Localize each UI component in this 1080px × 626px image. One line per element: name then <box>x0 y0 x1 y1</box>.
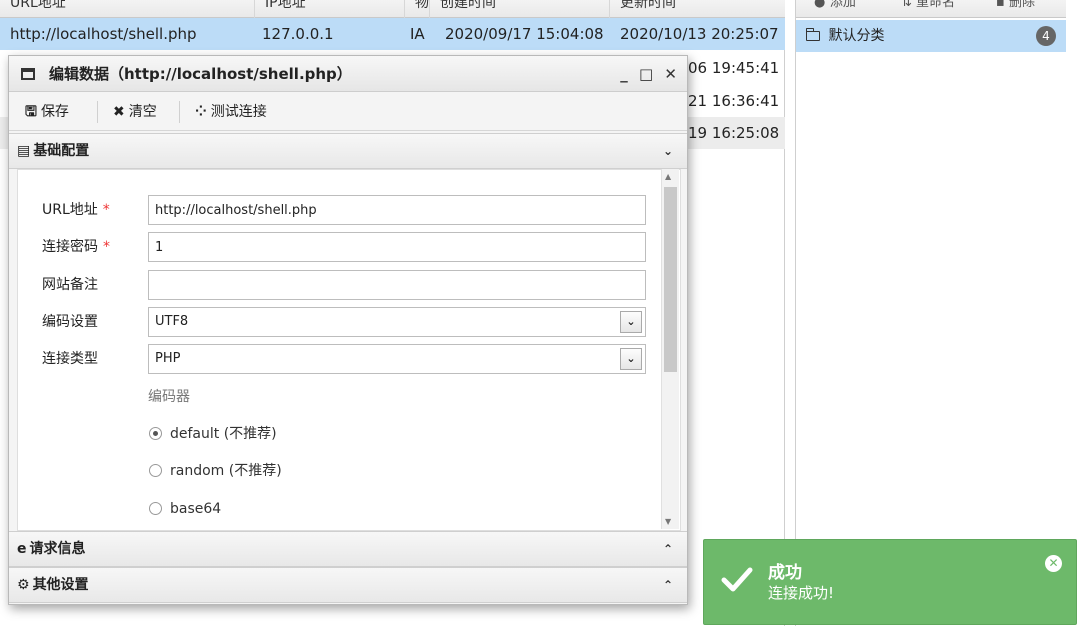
form-scrollbar[interactable]: ▲ ▼ <box>661 169 679 529</box>
test-connection-button[interactable]: ⁘ 测试连接 <box>195 93 267 131</box>
dialog-title: 编辑数据（http://localhost/shell.php） <box>49 65 352 83</box>
password-row: 连接密码 * <box>18 232 658 262</box>
radio-icon <box>149 502 162 515</box>
radio-icon <box>149 427 162 440</box>
password-input[interactable] <box>148 232 646 262</box>
table-row[interactable]: http://localhost/shell.php 127.0.0.1 IA … <box>0 18 785 50</box>
maximize-icon[interactable]: □ <box>639 65 653 83</box>
encoder-radio-default[interactable]: default (不推荐) <box>149 423 277 445</box>
grid-header: URL地址 IP地址 物 创建时间 更新时间 <box>0 0 785 18</box>
col-location[interactable]: 物 <box>405 0 430 18</box>
category-label: 默认分类 <box>828 28 885 44</box>
note-label: 网站备注 <box>42 277 98 293</box>
encoding-row: 编码设置 UTF8 ⌄ <box>18 307 658 337</box>
type-select[interactable]: PHP ⌄ <box>148 344 646 374</box>
success-toast: 成功 连接成功! ✕ <box>703 539 1077 625</box>
password-label: 连接密码 <box>42 239 98 255</box>
rename-icon: ⇅ <box>901 0 917 10</box>
type-label: 连接类型 <box>42 351 98 367</box>
add-category-button[interactable]: ● 添加 <box>814 0 856 18</box>
chevron-down-icon: ⌄ <box>662 144 673 158</box>
url-row: URL地址 * <box>18 195 658 225</box>
scrollbar-thumb[interactable] <box>664 187 677 372</box>
edit-data-dialog: 编辑数据（http://localhost/shell.php） _ □ ✕ 🖫… <box>8 55 688 605</box>
cell-updated: 21 16:36:41 <box>688 92 780 110</box>
cell-url: http://localhost/shell.php <box>10 25 197 43</box>
col-updated[interactable]: 更新时间 <box>610 0 785 18</box>
cell-location: IA <box>410 25 425 43</box>
encoding-label: 编码设置 <box>42 314 98 330</box>
delete-category-button[interactable]: ▪ 删除 <box>996 0 1035 18</box>
col-ip[interactable]: IP地址 <box>255 0 405 18</box>
scroll-up-icon[interactable]: ▲ <box>665 172 671 181</box>
ie-icon: e <box>17 541 27 557</box>
cell-ip: 127.0.0.1 <box>262 25 334 43</box>
rename-category-button[interactable]: ⇅ 重命名 <box>901 0 955 18</box>
url-input[interactable] <box>148 195 646 225</box>
save-icon: 🖫 <box>25 104 37 120</box>
save-button[interactable]: 🖫 保存 <box>25 93 69 131</box>
dialog-titlebar[interactable]: 编辑数据（http://localhost/shell.php） _ □ ✕ <box>9 56 687 92</box>
cell-updated: 06 19:45:41 <box>688 59 780 77</box>
encoder-label: 编码器 <box>148 389 190 405</box>
category-count-badge: 4 <box>1036 26 1056 46</box>
chevron-down-icon: ⌄ <box>620 311 642 333</box>
checkmark-icon <box>721 567 753 592</box>
chevron-up-icon: ⌃ <box>662 578 673 592</box>
trash-icon: ▪ <box>996 0 1009 10</box>
chevron-up-icon: ⌃ <box>662 542 673 556</box>
document-icon: ▤ <box>17 143 31 159</box>
dialog-toolbar: 🖫 保存 ✖ 清空 ⁘ 测试连接 <box>9 93 687 131</box>
plus-icon: ● <box>814 0 830 10</box>
category-toolbar: ● 添加 ⇅ 重命名 ▪ 删除 <box>796 0 1066 18</box>
section-other-settings[interactable]: ⚙ 其他设置 ⌃ <box>9 567 687 603</box>
radio-icon <box>149 464 162 477</box>
col-created[interactable]: 创建时间 <box>430 0 610 18</box>
encoder-radio-random[interactable]: random (不推荐) <box>149 460 282 482</box>
window-icon <box>21 68 35 80</box>
spinner-icon: ⁘ <box>195 104 207 120</box>
category-panel: ● 添加 ⇅ 重命名 ▪ 删除 默认分类 4 <box>795 0 1066 626</box>
required-mark: * <box>103 239 110 255</box>
toast-title: 成功 <box>768 563 802 583</box>
gears-icon: ⚙ <box>17 577 30 593</box>
chevron-down-icon: ⌄ <box>620 348 642 370</box>
clear-button[interactable]: ✖ 清空 <box>113 93 157 131</box>
required-mark: * <box>102 202 110 218</box>
minimize-icon[interactable]: _ <box>620 65 628 83</box>
col-url[interactable]: URL地址 <box>0 0 255 18</box>
category-item-default[interactable]: 默认分类 4 <box>796 20 1066 52</box>
note-input[interactable] <box>148 270 646 300</box>
note-row: 网站备注 <box>18 270 658 300</box>
cell-updated: 19 16:25:08 <box>688 124 780 142</box>
close-icon[interactable]: ✕ <box>1045 555 1062 572</box>
toast-message: 连接成功! <box>768 584 835 602</box>
section-basic-config[interactable]: ▤ 基础配置 ⌄ <box>9 133 687 169</box>
cell-created: 2020/09/17 15:04:08 <box>445 25 604 43</box>
scroll-down-icon[interactable]: ▼ <box>665 517 671 526</box>
folder-icon <box>806 28 820 41</box>
x-icon: ✖ <box>113 104 125 120</box>
encoder-radio-base64[interactable]: base64 <box>149 498 221 520</box>
cell-updated: 2020/10/13 20:25:07 <box>620 25 779 43</box>
close-icon[interactable]: ✕ <box>664 65 677 83</box>
encoding-select[interactable]: UTF8 ⌄ <box>148 307 646 337</box>
type-row: 连接类型 PHP ⌄ <box>18 344 658 374</box>
basic-config-form: URL地址* 连接密码* 网站备注 编码设置 UTF8 ⌄ 连接类型 PHP ⌄… <box>17 169 681 531</box>
section-request-info[interactable]: e 请求信息 ⌃ <box>9 531 687 567</box>
url-label: URL地址 <box>42 202 98 218</box>
